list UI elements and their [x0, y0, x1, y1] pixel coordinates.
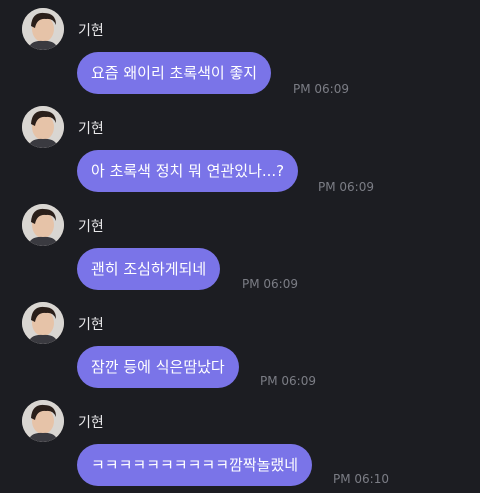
chat-message: 기현 요즘 왜이리 초록색이 좋지 PM 06:09: [0, 0, 480, 98]
sender-avatar[interactable]: [22, 204, 64, 246]
chat-message: 기현 ㅋㅋㅋㅋㅋㅋㅋㅋㅋㅋ깜짝놀랬네 PM 06:10: [0, 392, 480, 490]
message-timestamp: PM 06:09: [260, 374, 316, 388]
message-timestamp: PM 06:09: [293, 82, 349, 96]
sender-avatar[interactable]: [22, 400, 64, 442]
chat-message: 기현 괜히 조심하게되네 PM 06:09: [0, 196, 480, 294]
sender-avatar[interactable]: [22, 8, 64, 50]
sender-avatar[interactable]: [22, 302, 64, 344]
message-bubble[interactable]: ㅋㅋㅋㅋㅋㅋㅋㅋㅋㅋ깜짝놀랬네: [77, 444, 313, 486]
avatar-photo-icon: [22, 400, 64, 442]
avatar-photo-icon: [22, 204, 64, 246]
sender-name: 기현: [78, 317, 104, 333]
message-bubble[interactable]: 요즘 왜이리 초록색이 좋지: [77, 52, 272, 94]
message-bubble[interactable]: 괜히 조심하게되네: [77, 248, 221, 290]
message-bubble[interactable]: 아 초록색 정치 뭐 연관있나...?: [77, 150, 299, 192]
sender-name: 기현: [78, 121, 104, 137]
message-timestamp: PM 06:09: [318, 180, 374, 194]
sender-avatar[interactable]: [22, 106, 64, 148]
avatar-photo-icon: [22, 302, 64, 344]
avatar-photo-icon: [22, 8, 64, 50]
chat-message-list[interactable]: 기현 요즘 왜이리 초록색이 좋지 PM 06:09 기현 아 초록색 정치 뭐…: [0, 0, 480, 493]
sender-name: 기현: [78, 415, 104, 431]
sender-name: 기현: [78, 23, 104, 39]
message-timestamp: PM 06:09: [242, 277, 298, 291]
sender-name: 기현: [78, 219, 104, 235]
chat-message: 기현 아 초록색 정치 뭐 연관있나...? PM 06:09: [0, 98, 480, 196]
avatar-photo-icon: [22, 106, 64, 148]
chat-message: 기현 잠깐 등에 식은땀났다 PM 06:09: [0, 294, 480, 392]
message-bubble[interactable]: 잠깐 등에 식은땀났다: [77, 346, 239, 388]
message-timestamp: PM 06:10: [333, 472, 389, 486]
